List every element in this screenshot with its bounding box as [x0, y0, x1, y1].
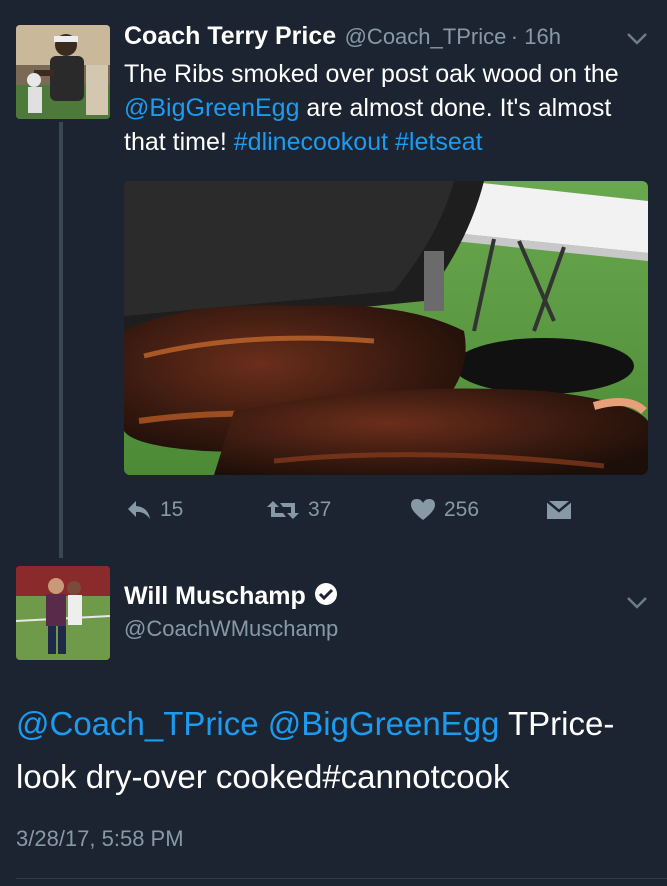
envelope-icon [546, 500, 572, 520]
direct-message-button[interactable] [546, 500, 572, 520]
tweet1-body: The Ribs smoked over post oak wood on th… [124, 57, 649, 159]
mention-link[interactable]: @BigGreenEgg [268, 705, 500, 742]
author-handle[interactable]: @CoachWMuschamp [124, 616, 338, 642]
chevron-down-icon[interactable] [626, 590, 648, 616]
tweet-text-space [388, 128, 395, 156]
tweet-date[interactable]: 3/28/17, 5:58 PM [16, 826, 184, 852]
bottom-divider [16, 878, 667, 879]
avatar-will-muschamp[interactable] [16, 566, 110, 660]
hashtag-link[interactable]: #letseat [395, 128, 483, 156]
heart-icon [410, 498, 436, 522]
thread-connector-line [59, 122, 63, 558]
author-handle[interactable]: @Coach_TPrice [345, 24, 507, 49]
reply-icon [126, 499, 152, 521]
mention-link[interactable]: @Coach_TPrice [16, 705, 259, 742]
chevron-down-icon[interactable] [626, 26, 648, 52]
hashtag-link[interactable]: #dlinecookout [234, 128, 388, 156]
tweet-media-image[interactable] [124, 181, 648, 475]
retweet-icon [266, 499, 300, 521]
tweet-text-space [259, 705, 268, 742]
retweet-button[interactable]: 37 [266, 498, 331, 522]
like-count: 256 [444, 498, 480, 521]
tweet2-body: @Coach_TPrice @BigGreenEgg TPrice-look d… [16, 697, 656, 803]
tweet2-header: Will Muschamp [124, 582, 338, 611]
author-name[interactable]: Coach Terry Price [124, 22, 336, 50]
reply-button[interactable]: 15 [126, 498, 183, 522]
retweet-count: 37 [308, 498, 332, 521]
like-button[interactable]: 256 [410, 498, 479, 522]
verified-badge-icon [314, 582, 338, 611]
tweet1-header: Coach Terry Price @Coach_TPrice · 16h [124, 22, 624, 51]
mention-link[interactable]: @BigGreenEgg [124, 94, 299, 122]
avatar-coach-terry-price[interactable] [16, 25, 110, 119]
reply-count: 15 [160, 498, 184, 521]
tweet-text-segment: The Ribs smoked over post oak wood on th… [124, 60, 619, 88]
tweet-timestamp[interactable]: · 16h [511, 24, 561, 49]
author-name[interactable]: Will Muschamp [124, 582, 306, 611]
